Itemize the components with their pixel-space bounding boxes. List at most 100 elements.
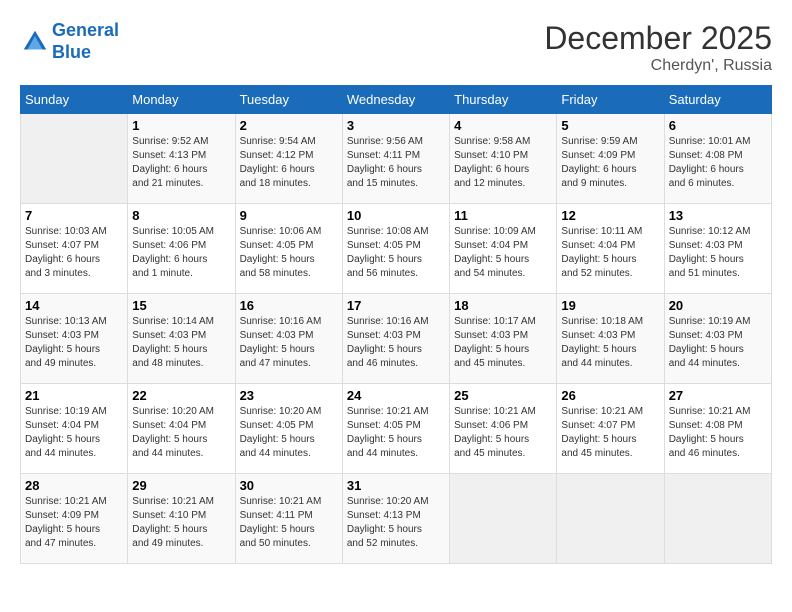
day-number: 2 <box>240 118 338 133</box>
day-number: 11 <box>454 208 552 223</box>
day-info: Sunrise: 9:56 AMSunset: 4:11 PMDaylight:… <box>347 135 445 191</box>
day-info: Sunrise: 10:20 AMSunset: 4:04 PMDaylight… <box>132 405 230 461</box>
day-info: Sunrise: 10:16 AMSunset: 4:03 PMDaylight… <box>347 315 445 371</box>
weekday-header-wednesday: Wednesday <box>342 86 449 114</box>
day-number: 3 <box>347 118 445 133</box>
day-number: 13 <box>669 208 767 223</box>
day-number: 19 <box>561 298 659 313</box>
calendar-cell: 19 Sunrise: 10:18 AMSunset: 4:03 PMDaylig… <box>557 294 664 384</box>
calendar-cell: 31Sunrise: 10:20 AMSunset: 4:13 PMDaylig… <box>342 474 449 564</box>
day-number: 27 <box>669 388 767 403</box>
weekday-header-row: SundayMondayTuesdayWednesdayThursdayFrid… <box>21 86 772 114</box>
page-header: GeneralBlue December 2025 Cherdyn', Russ… <box>20 20 772 75</box>
day-info: Sunrise: 10:21 AMSunset: 4:09 PMDaylight… <box>25 495 123 551</box>
calendar-cell: 3 Sunrise: 9:56 AMSunset: 4:11 PMDaylight… <box>342 114 449 204</box>
week-row-5: 28 Sunrise: 10:21 AMSunset: 4:09 PMDaylig… <box>21 474 772 564</box>
calendar-cell <box>21 114 128 204</box>
day-info: Sunrise: 10:12 AMSunset: 4:03 PMDaylight… <box>669 225 767 281</box>
calendar-cell: 17 Sunrise: 10:16 AMSunset: 4:03 PMDaylig… <box>342 294 449 384</box>
day-info: Sunrise: 10:18 AMSunset: 4:03 PMDaylight… <box>561 315 659 371</box>
day-number: 30 <box>240 478 338 493</box>
day-info: Sunrise: 10:11 AMSunset: 4:04 PMDaylight… <box>561 225 659 281</box>
calendar-cell: 1 Sunrise: 9:52 AMSunset: 4:13 PMDaylight… <box>128 114 235 204</box>
day-number: 4 <box>454 118 552 133</box>
week-row-3: 14 Sunrise: 10:13 AMSunset: 4:03 PMDaylig… <box>21 294 772 384</box>
day-number: 31 <box>347 478 445 493</box>
calendar-cell: 18 Sunrise: 10:17 AMSunset: 4:03 PMDaylig… <box>450 294 557 384</box>
day-info: Sunrise: 10:16 AMSunset: 4:03 PMDaylight… <box>240 315 338 371</box>
weekday-header-saturday: Saturday <box>664 86 771 114</box>
day-info: Sunrise: 9:54 AMSunset: 4:12 PMDaylight:… <box>240 135 338 191</box>
logo-icon <box>20 27 50 57</box>
day-number: 8 <box>132 208 230 223</box>
day-number: 17 <box>347 298 445 313</box>
calendar-cell: 10 Sunrise: 10:08 AMSunset: 4:05 PMDaylig… <box>342 204 449 294</box>
calendar-cell <box>450 474 557 564</box>
day-number: 7 <box>25 208 123 223</box>
day-info: Sunrise: 10:14 AMSunset: 4:03 PMDaylight… <box>132 315 230 371</box>
month-title: December 2025 <box>544 20 772 57</box>
calendar-cell: 4Sunrise: 9:58 AMSunset: 4:10 PMDaylight… <box>450 114 557 204</box>
calendar-cell: 28 Sunrise: 10:21 AMSunset: 4:09 PMDaylig… <box>21 474 128 564</box>
day-number: 22 <box>132 388 230 403</box>
day-info: Sunrise: 10:08 AMSunset: 4:05 PMDaylight… <box>347 225 445 281</box>
calendar-cell: 23 Sunrise: 10:20 AMSunset: 4:05 PMDaylig… <box>235 384 342 474</box>
weekday-header-tuesday: Tuesday <box>235 86 342 114</box>
day-number: 23 <box>240 388 338 403</box>
week-row-1: 1 Sunrise: 9:52 AMSunset: 4:13 PMDaylight… <box>21 114 772 204</box>
calendar-cell: 29Sunrise: 10:21 AMSunset: 4:10 PMDaylig… <box>128 474 235 564</box>
day-number: 15 <box>132 298 230 313</box>
calendar-cell: 21Sunrise: 10:19 AMSunset: 4:04 PMDaylig… <box>21 384 128 474</box>
logo-text: GeneralBlue <box>52 20 119 63</box>
day-number: 20 <box>669 298 767 313</box>
calendar-cell: 8 Sunrise: 10:05 AMSunset: 4:06 PMDayligh… <box>128 204 235 294</box>
day-info: Sunrise: 10:21 AMSunset: 4:10 PMDaylight… <box>132 495 230 551</box>
weekday-header-sunday: Sunday <box>21 86 128 114</box>
calendar-cell: 30 Sunrise: 10:21 AMSunset: 4:11 PMDaylig… <box>235 474 342 564</box>
day-info: Sunrise: 10:21 AMSunset: 4:06 PMDaylight… <box>454 405 552 461</box>
day-info: Sunrise: 10:21 AMSunset: 4:08 PMDaylight… <box>669 405 767 461</box>
calendar-cell: 16 Sunrise: 10:16 AMSunset: 4:03 PMDaylig… <box>235 294 342 384</box>
calendar-cell: 14 Sunrise: 10:13 AMSunset: 4:03 PMDaylig… <box>21 294 128 384</box>
day-number: 9 <box>240 208 338 223</box>
week-row-2: 7 Sunrise: 10:03 AMSunset: 4:07 PMDayligh… <box>21 204 772 294</box>
day-info: Sunrise: 10:09 AMSunset: 4:04 PMDaylight… <box>454 225 552 281</box>
day-info: Sunrise: 10:01 AMSunset: 4:08 PMDaylight… <box>669 135 767 191</box>
day-number: 24 <box>347 388 445 403</box>
day-number: 12 <box>561 208 659 223</box>
calendar-cell: 2 Sunrise: 9:54 AMSunset: 4:12 PMDaylight… <box>235 114 342 204</box>
day-number: 26 <box>561 388 659 403</box>
day-number: 18 <box>454 298 552 313</box>
day-number: 25 <box>454 388 552 403</box>
calendar-cell: 26 Sunrise: 10:21 AMSunset: 4:07 PMDaylig… <box>557 384 664 474</box>
calendar-cell: 13 Sunrise: 10:12 AMSunset: 4:03 PMDaylig… <box>664 204 771 294</box>
calendar-cell: 24Sunrise: 10:21 AMSunset: 4:05 PMDaylig… <box>342 384 449 474</box>
calendar-cell: 9Sunrise: 10:06 AMSunset: 4:05 PMDayligh… <box>235 204 342 294</box>
weekday-header-friday: Friday <box>557 86 664 114</box>
day-info: Sunrise: 10:19 AMSunset: 4:03 PMDaylight… <box>669 315 767 371</box>
day-number: 16 <box>240 298 338 313</box>
day-number: 14 <box>25 298 123 313</box>
day-info: Sunrise: 10:21 AMSunset: 4:11 PMDaylight… <box>240 495 338 551</box>
weekday-header-monday: Monday <box>128 86 235 114</box>
location: Cherdyn', Russia <box>544 57 772 75</box>
day-info: Sunrise: 10:03 AMSunset: 4:07 PMDaylight… <box>25 225 123 281</box>
day-number: 28 <box>25 478 123 493</box>
day-info: Sunrise: 10:21 AMSunset: 4:07 PMDaylight… <box>561 405 659 461</box>
day-info: Sunrise: 9:52 AMSunset: 4:13 PMDaylight:… <box>132 135 230 191</box>
calendar-cell: 15 Sunrise: 10:14 AMSunset: 4:03 PMDaylig… <box>128 294 235 384</box>
calendar-cell: 25 Sunrise: 10:21 AMSunset: 4:06 PMDaylig… <box>450 384 557 474</box>
day-info: Sunrise: 10:13 AMSunset: 4:03 PMDaylight… <box>25 315 123 371</box>
day-info: Sunrise: 10:17 AMSunset: 4:03 PMDaylight… <box>454 315 552 371</box>
calendar-cell: 11 Sunrise: 10:09 AMSunset: 4:04 PMDaylig… <box>450 204 557 294</box>
day-info: Sunrise: 10:05 AMSunset: 4:06 PMDaylight… <box>132 225 230 281</box>
day-number: 10 <box>347 208 445 223</box>
calendar-cell <box>664 474 771 564</box>
calendar-table: SundayMondayTuesdayWednesdayThursdayFrid… <box>20 85 772 564</box>
title-block: December 2025 Cherdyn', Russia <box>544 20 772 75</box>
day-info: Sunrise: 10:19 AMSunset: 4:04 PMDaylight… <box>25 405 123 461</box>
day-info: Sunrise: 9:59 AMSunset: 4:09 PMDaylight:… <box>561 135 659 191</box>
day-info: Sunrise: 10:20 AMSunset: 4:05 PMDaylight… <box>240 405 338 461</box>
calendar-cell: 5Sunrise: 9:59 AMSunset: 4:09 PMDaylight… <box>557 114 664 204</box>
day-number: 1 <box>132 118 230 133</box>
